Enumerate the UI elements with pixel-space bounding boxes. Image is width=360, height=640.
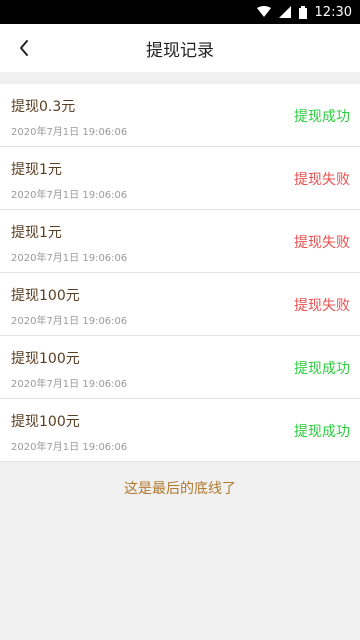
back-button[interactable] [10, 36, 38, 60]
record-title: 提现100元 [11, 351, 80, 367]
record-title: 提现1元 [11, 225, 62, 241]
record-row[interactable]: 提现100元 2020年7月1日 19:06:06 提现成功 [0, 336, 360, 399]
signal-icon [278, 6, 291, 18]
page-title: 提现记录 [146, 40, 214, 61]
record-status: 提现失败 [294, 172, 350, 188]
record-status: 提现成功 [294, 424, 350, 440]
app-header: 提现记录 [0, 24, 360, 72]
record-time: 2020年7月1日 19:06:06 [11, 379, 128, 390]
record-status: 提现失败 [294, 235, 350, 251]
end-of-list-note: 这是最后的底线了 [124, 481, 236, 497]
record-time: 2020年7月1日 19:06:06 [11, 442, 128, 453]
record-time: 2020年7月1日 19:06:06 [11, 316, 128, 327]
record-status: 提现成功 [294, 361, 350, 377]
record-row[interactable]: 提现1元 2020年7月1日 19:06:06 提现失败 [0, 210, 360, 273]
record-row[interactable]: 提现100元 2020年7月1日 19:06:06 提现成功 [0, 399, 360, 462]
record-row[interactable]: 提现100元 2020年7月1日 19:06:06 提现失败 [0, 273, 360, 336]
record-title: 提现100元 [11, 414, 80, 430]
record-title: 提现1元 [11, 162, 62, 178]
record-time: 2020年7月1日 19:06:06 [11, 190, 128, 201]
record-title: 提现0.3元 [11, 99, 76, 115]
record-row[interactable]: 提现1元 2020年7月1日 19:06:06 提现失败 [0, 147, 360, 210]
record-status: 提现失败 [294, 298, 350, 314]
record-time: 2020年7月1日 19:06:06 [11, 127, 128, 138]
chevron-left-icon [20, 40, 28, 56]
withdrawal-record-list: 提现0.3元 2020年7月1日 19:06:06 提现成功 提现1元 2020… [0, 84, 360, 462]
record-row[interactable]: 提现0.3元 2020年7月1日 19:06:06 提现成功 [0, 84, 360, 147]
record-time: 2020年7月1日 19:06:06 [11, 253, 128, 264]
battery-icon [298, 5, 307, 19]
status-bar: 12:30 [0, 0, 360, 24]
record-status: 提现成功 [294, 109, 350, 125]
record-title: 提现100元 [11, 288, 80, 304]
status-time: 12:30 [314, 4, 352, 20]
wifi-icon [256, 6, 271, 18]
